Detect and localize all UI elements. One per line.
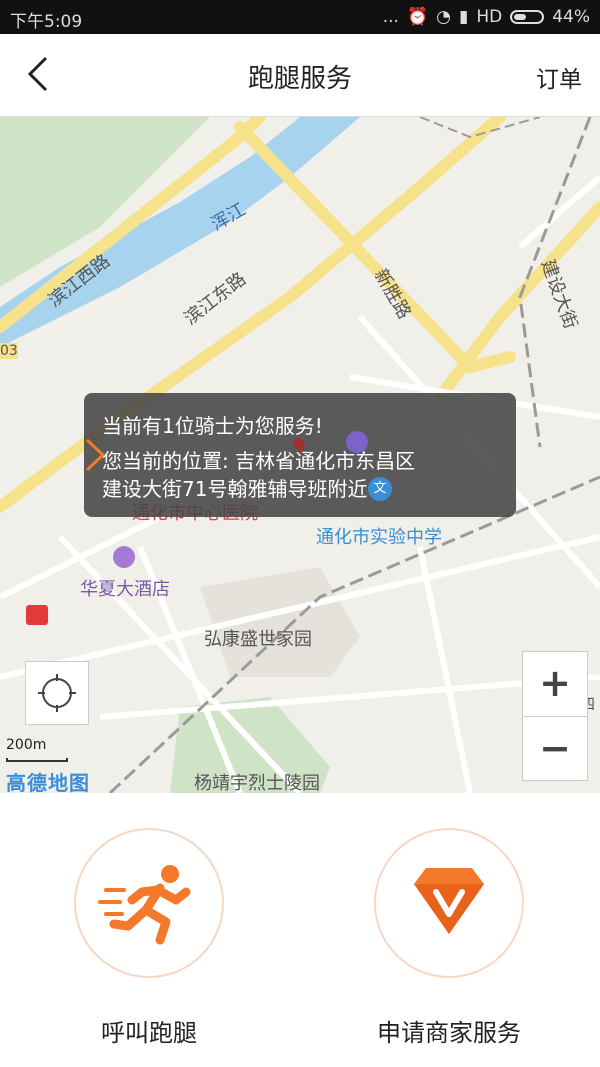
page-title: 跑腿服务	[247, 64, 352, 94]
diamond-v-icon	[414, 868, 484, 934]
garden-label: 弘康盛世家园	[204, 629, 312, 650]
school-badge: 文	[368, 477, 392, 501]
call-runner-action[interactable]: 呼叫跑腿	[74, 828, 224, 1048]
location-line-2: 建设大街71号翰雅辅导班附近	[102, 477, 368, 501]
chevron-right-icon[interactable]	[84, 437, 106, 473]
map-view[interactable]: 滨江西路 滨江东路 浑江 新胜路 建设大街 03 通化市中心医院 通化市实验中学…	[0, 117, 600, 793]
status-icons: ... ⏰ ◔ ▮ HD 44%	[383, 7, 590, 27]
map-provider-logo: 高德地图	[6, 771, 90, 793]
signal-icon: ▮	[458, 7, 469, 27]
hotel-bed-icon	[346, 431, 368, 453]
rider-info-card[interactable]: 当前有1位骑士为您服务! 您当前的位置: 吉林省通化市东昌区 建设大街71号翰雅…	[84, 393, 516, 517]
running-man-icon	[98, 865, 191, 945]
zoom-in-button[interactable]: +	[523, 652, 587, 716]
cemetery-label: 杨靖宇烈士陵园	[194, 773, 320, 793]
battery-icon	[510, 10, 545, 24]
actions-panel: 呼叫跑腿 申请商家服务	[0, 793, 600, 1067]
zoom-out-button[interactable]: −	[523, 717, 587, 781]
merchant-service-label: 申请商家服务	[377, 1019, 521, 1047]
status-time: 下午5:09	[10, 12, 83, 32]
network-type: HD	[476, 7, 503, 27]
battery-level: 44%	[552, 7, 590, 27]
zoom-controls: + −	[522, 651, 588, 781]
locate-button[interactable]	[25, 661, 89, 725]
merchant-service-button[interactable]	[374, 828, 524, 978]
status-bar: 下午5:09 ... ⏰ ◔ ▮ HD 44%	[0, 0, 600, 34]
alarm-icon: ⏰	[406, 7, 429, 27]
map-scale-label: 200m	[6, 737, 47, 753]
location-line-1: 您当前的位置: 吉林省通化市东昌区	[102, 449, 416, 473]
zoom-in-label: +	[539, 661, 571, 705]
app-header: 跑腿服务 订单	[0, 34, 600, 117]
crosshair-icon	[38, 674, 76, 712]
hotel-label: 华夏大酒店	[80, 579, 170, 600]
school-label: 通化市实验中学	[316, 527, 442, 548]
call-runner-button[interactable]	[74, 828, 224, 978]
zoom-out-label: −	[539, 726, 571, 770]
merchant-service-action[interactable]: 申请商家服务	[374, 828, 524, 1048]
map-scale-bar	[6, 758, 68, 762]
orders-button[interactable]: 订单	[536, 60, 582, 94]
status-dots: ...	[382, 7, 399, 27]
road-number-badge: 03	[0, 343, 18, 359]
wifi-icon: ◔	[436, 7, 451, 27]
rider-count-text: 当前有1位骑士为您服务!	[102, 414, 323, 438]
call-runner-label: 呼叫跑腿	[101, 1019, 197, 1047]
